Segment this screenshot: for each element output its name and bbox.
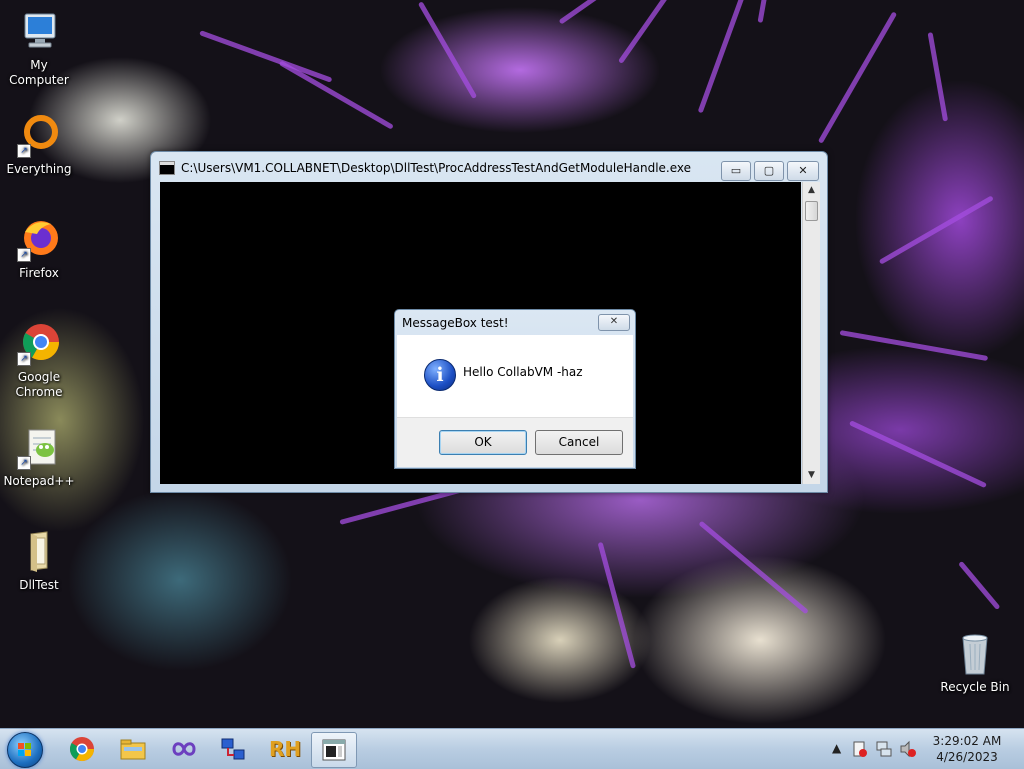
taskbar-chrome[interactable]: [60, 732, 104, 766]
shortcut-arrow-icon: ↗: [17, 456, 31, 470]
desktop-icon-firefox[interactable]: ↗ Firefox: [0, 216, 78, 281]
desktop-icon-label: Recycle Bin: [940, 680, 1010, 694]
desktop-icon-label: My Computer: [9, 58, 69, 87]
firefox-icon: ↗: [15, 216, 63, 264]
scroll-up-arrow-icon[interactable]: ▲: [803, 182, 820, 199]
message-text: Hello CollabVM -haz: [463, 365, 583, 379]
desktop-icon-label: Firefox: [19, 266, 59, 280]
notepadpp-icon: ↗: [15, 424, 63, 472]
desktop-icon-label: Everything: [6, 162, 72, 176]
console-scrollbar[interactable]: ▲ ▼: [802, 182, 820, 484]
windows-logo-icon: [18, 743, 32, 757]
clock-time: 3:29:02 AM: [932, 734, 1002, 748]
console-title-bar[interactable]: C:\Users\VM1.COLLABNET\Desktop\DllTest\P…: [159, 155, 717, 181]
ok-button[interactable]: OK: [439, 430, 527, 455]
desktop-icon-label: DllTest: [19, 578, 59, 592]
message-box-body: i Hello CollabVM -haz: [397, 335, 633, 417]
everything-icon: ↗: [15, 112, 63, 160]
maximize-button[interactable]: ▢: [754, 161, 784, 181]
recycle-bin-icon: [951, 630, 999, 678]
desktop-icon-google-chrome[interactable]: ↗ Google Chrome: [0, 320, 78, 400]
info-icon: i: [424, 359, 456, 391]
desktop-icon-label: Notepad++: [3, 474, 75, 488]
minimize-button[interactable]: ▭: [721, 161, 751, 181]
explorer-icon: [120, 736, 146, 762]
chrome-icon: [69, 736, 95, 762]
action-center-icon[interactable]: [852, 740, 868, 758]
desktop-icon-label: Google Chrome: [15, 370, 63, 399]
visual-studio-icon: [171, 736, 197, 762]
volume-muted-icon[interactable]: [900, 740, 916, 758]
clock[interactable]: 3:29:02 AM 4/26/2023: [922, 733, 1012, 765]
taskbar-rh[interactable]: RH: [260, 732, 304, 766]
shortcut-arrow-icon: ↗: [17, 352, 31, 366]
network-icon[interactable]: [876, 740, 892, 758]
console-title: C:\Users\VM1.COLLABNET\Desktop\DllTest\P…: [181, 161, 692, 175]
start-button[interactable]: [7, 732, 43, 768]
desktop-icon-my-computer[interactable]: My Computer: [0, 8, 78, 88]
taskbar: RH ▲ 3:29:02 AM 4/26/2023: [0, 728, 1024, 769]
computer-icon: [15, 8, 63, 56]
shortcut-arrow-icon: ↗: [17, 144, 31, 158]
folder-icon: [15, 528, 63, 576]
desktop-icon-notepadpp[interactable]: ↗ Notepad++: [0, 424, 78, 489]
console-app-icon: [159, 161, 175, 175]
close-button[interactable]: ✕: [787, 161, 819, 181]
desktop-icon-dlltest[interactable]: DllTest: [0, 528, 78, 593]
taskbar-console-window[interactable]: [311, 732, 357, 768]
message-box-button-bar: OK Cancel: [397, 417, 633, 467]
network-tool-icon: [220, 736, 246, 762]
cancel-button[interactable]: Cancel: [535, 430, 623, 455]
rh-icon: RH: [269, 737, 302, 761]
tray-expand-arrow-icon[interactable]: ▲: [832, 741, 841, 755]
taskbar-visual-studio[interactable]: [162, 732, 206, 766]
message-box-close-button[interactable]: ✕: [598, 314, 630, 331]
taskbar-network-tool[interactable]: [211, 732, 255, 766]
desktop-icon-recycle-bin[interactable]: Recycle Bin: [936, 630, 1014, 695]
desktop-icon-everything[interactable]: ↗ Everything: [0, 112, 78, 177]
console-window-icon: [321, 737, 347, 763]
scroll-thumb[interactable]: [805, 201, 818, 221]
taskbar-explorer[interactable]: [111, 732, 155, 766]
scroll-down-arrow-icon[interactable]: ▼: [803, 467, 820, 484]
clock-date: 4/26/2023: [936, 750, 998, 764]
message-box-dialog[interactable]: MessageBox test! ✕ i Hello CollabVM -haz…: [394, 309, 636, 469]
message-box-title: MessageBox test!: [402, 316, 509, 330]
chrome-icon: ↗: [15, 320, 63, 368]
shortcut-arrow-icon: ↗: [17, 248, 31, 262]
